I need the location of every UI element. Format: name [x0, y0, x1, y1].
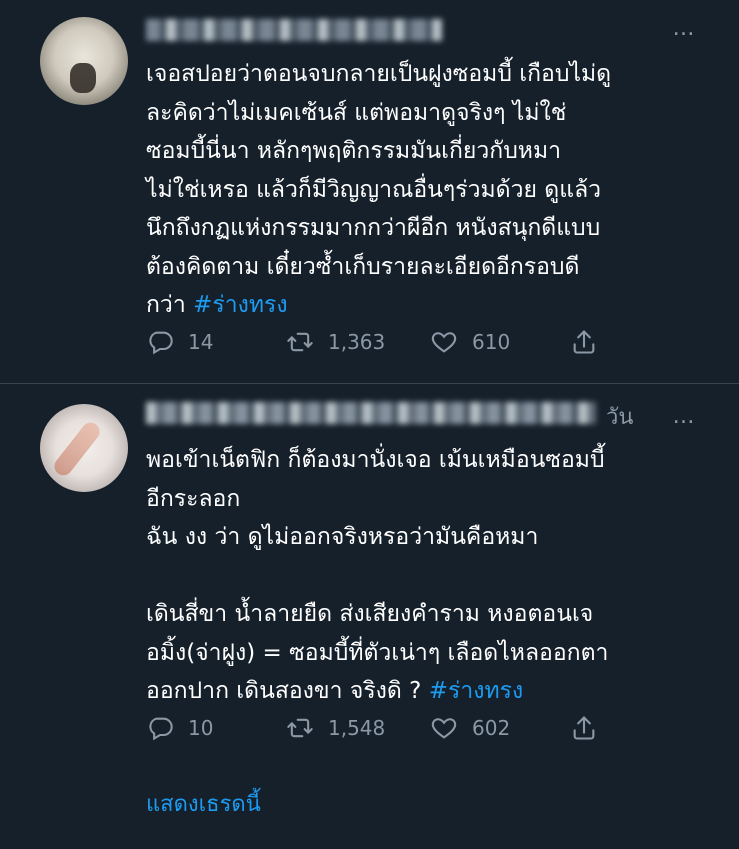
reply-button[interactable]: 14 — [146, 326, 213, 358]
reply-button[interactable]: 10 — [146, 712, 213, 744]
reply-count: 10 — [188, 716, 214, 740]
reply-icon — [149, 717, 173, 741]
author-name-blurred[interactable] — [146, 19, 442, 41]
show-thread-link[interactable]: แสดงเธรดนี้ — [146, 786, 261, 821]
tweet-body: พอเข้าเน็ตฟิก ก็ต้องมานั่งเจอ เม้นเหมือน… — [146, 447, 609, 704]
author-name-blurred[interactable] — [146, 402, 596, 424]
reply-icon — [149, 331, 173, 355]
hashtag-link[interactable]: #ร่างทรง — [429, 678, 524, 704]
retweet-icon — [287, 718, 313, 738]
tweet-actions: 14 1,363 610 — [146, 326, 616, 358]
retweet-button[interactable]: 1,363 — [286, 326, 385, 358]
retweet-icon — [287, 332, 313, 352]
like-count: 610 — [472, 330, 511, 354]
share-icon — [573, 716, 595, 740]
tweet[interactable]: … เจอสปอยว่าตอนจบกลายเป็นฝูงซอมบี้ เกือบ… — [0, 0, 739, 383]
avatar[interactable] — [40, 404, 128, 492]
share-icon — [573, 330, 595, 354]
retweet-count: 1,548 — [328, 716, 386, 740]
hashtag-link[interactable]: #ร่างทรง — [193, 292, 288, 318]
tweet-text: พอเข้าเน็ตฟิก ก็ต้องมานั่งเจอ เม้นเหมือน… — [146, 441, 706, 711]
tweet-timestamp[interactable]: วัน — [606, 399, 633, 434]
share-button[interactable] — [570, 326, 598, 358]
more-icon[interactable]: … — [670, 18, 698, 40]
more-icon[interactable]: … — [670, 406, 698, 428]
like-icon — [431, 718, 457, 739]
reply-count: 14 — [188, 330, 214, 354]
share-button[interactable] — [570, 712, 598, 744]
tweet-actions: 10 1,548 602 — [146, 712, 616, 744]
like-button[interactable]: 602 — [430, 712, 510, 744]
like-icon — [431, 332, 457, 353]
avatar[interactable] — [40, 17, 128, 105]
retweet-button[interactable]: 1,548 — [286, 712, 385, 744]
like-button[interactable]: 610 — [430, 326, 510, 358]
retweet-count: 1,363 — [328, 330, 386, 354]
tweet-text: เจอสปอยว่าตอนจบกลายเป็นฝูงซอมบี้ เกือบไม… — [146, 55, 706, 325]
tweet-body: เจอสปอยว่าตอนจบกลายเป็นฝูงซอมบี้ เกือบไม… — [146, 61, 612, 318]
like-count: 602 — [472, 716, 511, 740]
